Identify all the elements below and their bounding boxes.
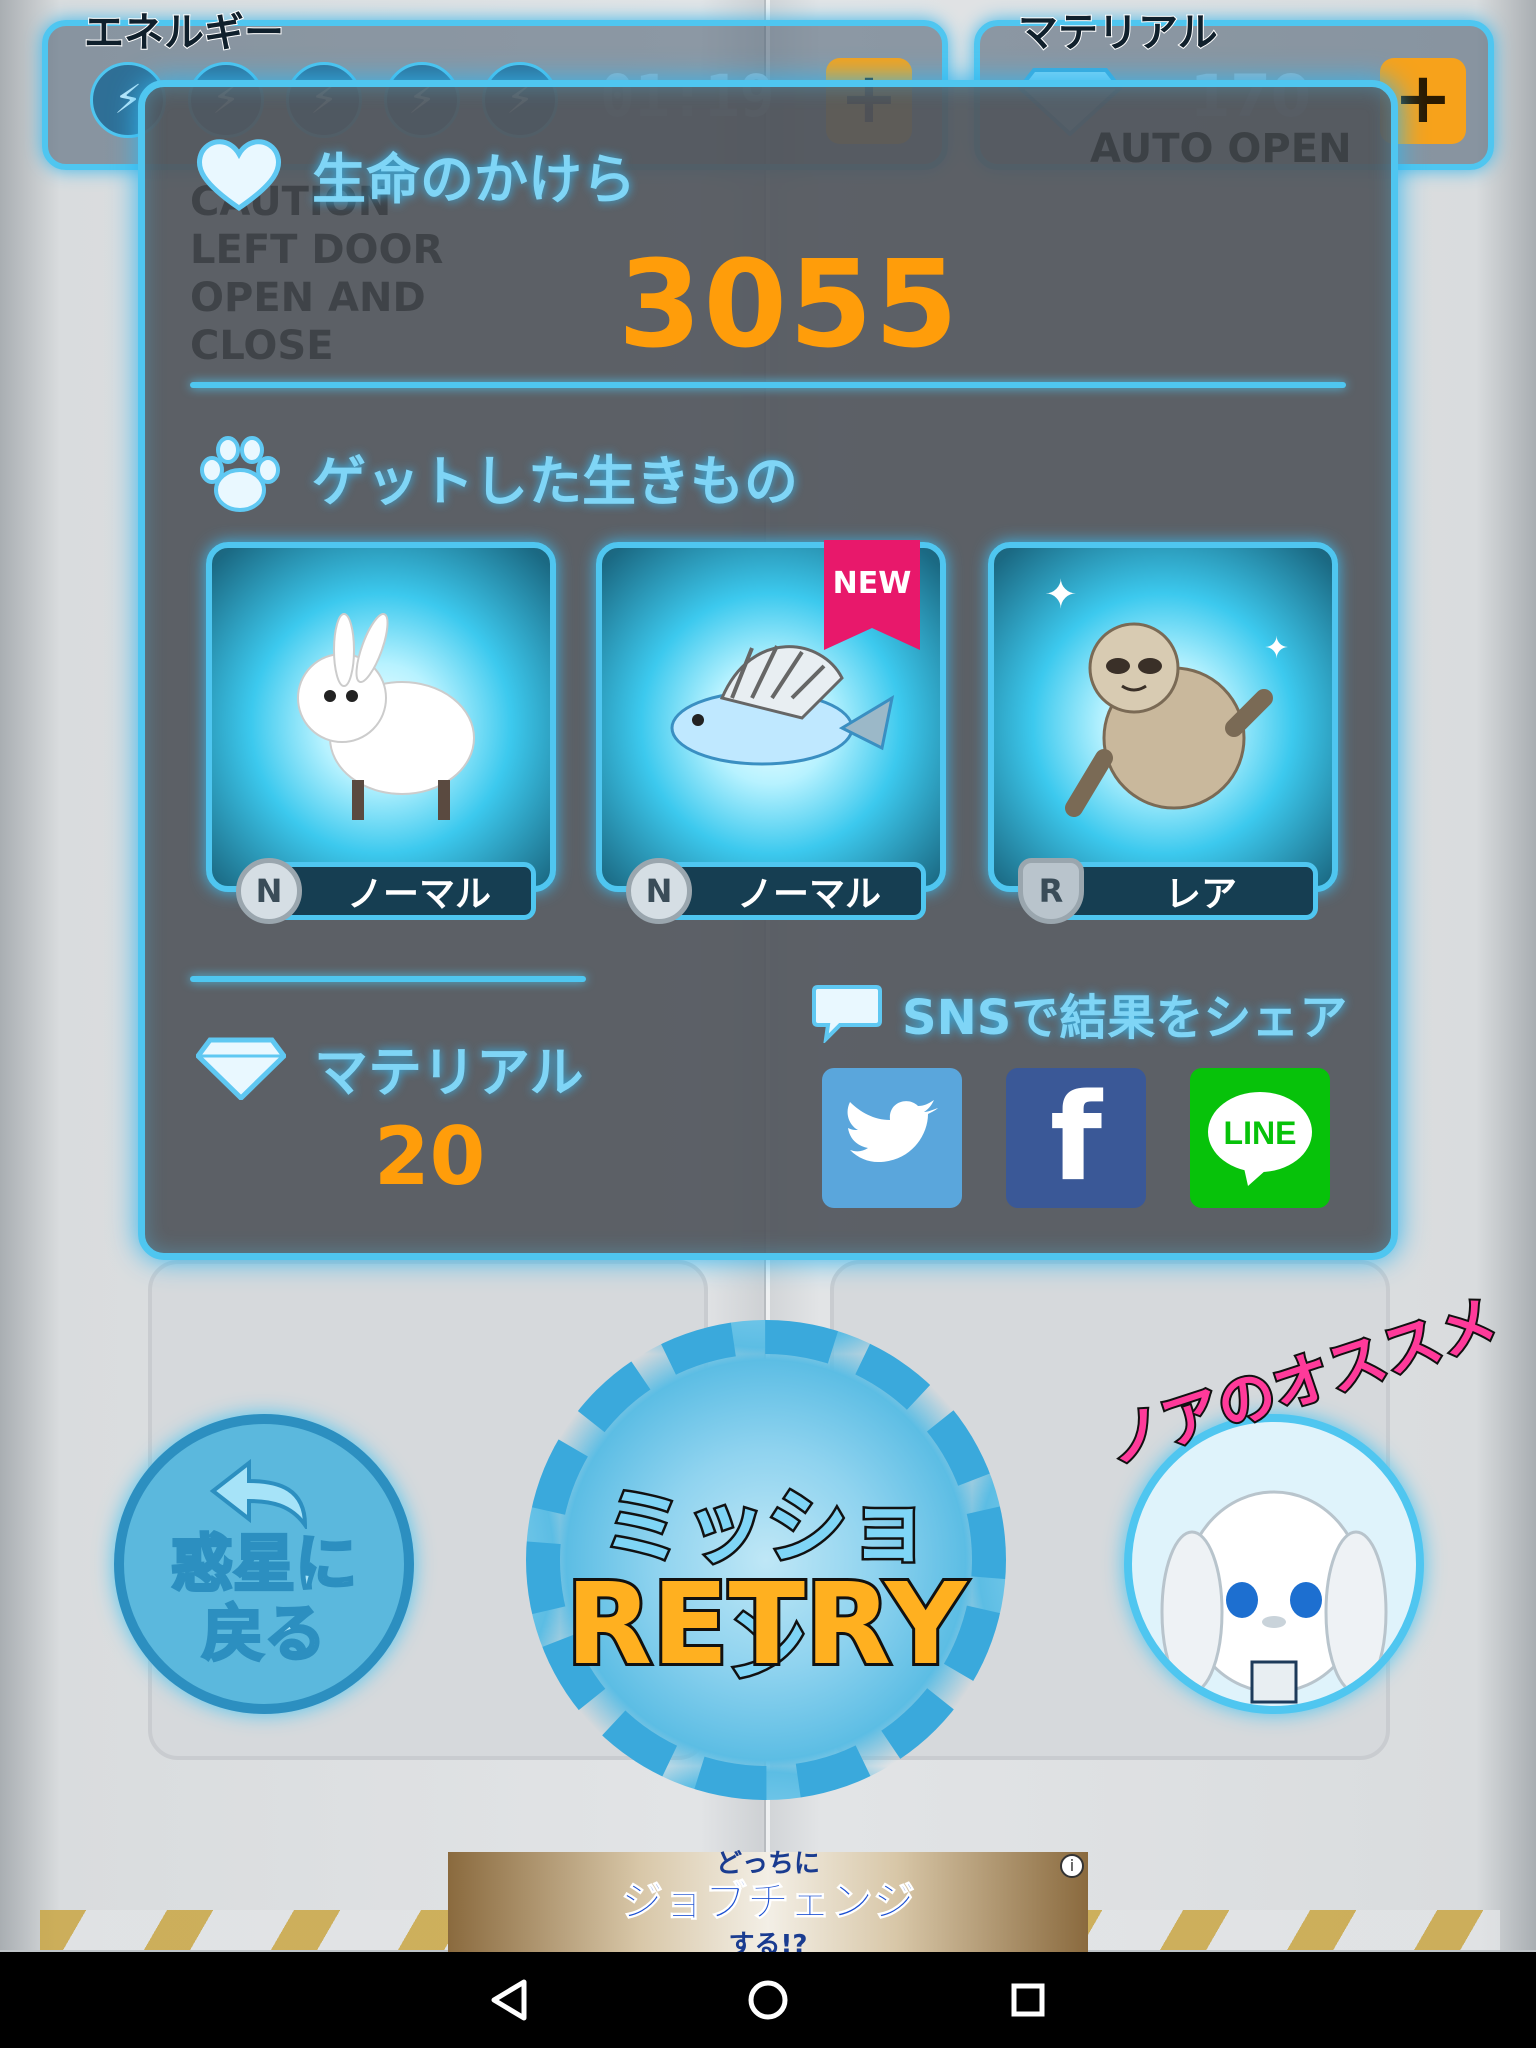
- back-arrow-icon: [209, 1459, 308, 1529]
- back-to-planet-label: 惑星に 戻る: [169, 1527, 358, 1670]
- twitter-bird-icon: [847, 1100, 938, 1162]
- share-header: SNSで結果をシェア: [812, 978, 1347, 1048]
- ad-headline: ジョブチェンジ: [620, 1877, 915, 1926]
- rarity-shield-badge: R: [1018, 858, 1084, 924]
- noah-robot-avatar: [1160, 1490, 1388, 1704]
- heart-icon: [196, 139, 282, 212]
- material-gained-count: 20: [374, 1110, 486, 1203]
- ad-text: どっちに: [715, 1849, 820, 1879]
- share-title: SNSで結果をシェア: [902, 990, 1348, 1046]
- divider: [190, 976, 586, 982]
- mission-retry-button[interactable]: ミッション RETRY: [526, 1320, 1006, 1800]
- nav-recents-button[interactable]: [998, 1970, 1058, 2030]
- door-auto-open-text: AUTO OPEN: [1090, 126, 1352, 172]
- energy-label: エネルギー: [83, 9, 285, 57]
- back-triangle-icon: [491, 1979, 527, 2021]
- life-fragment-score: 3055: [618, 236, 960, 375]
- speech-bubble-icon: [812, 985, 882, 1043]
- creature-card-sloth[interactable]: ✦ ✦ レア R: [988, 542, 1338, 924]
- material-gained-title: マテリアル: [314, 1041, 584, 1104]
- sloth-illustration: ✦✦: [1044, 572, 1289, 817]
- ad-banner[interactable]: どっちに ジョブチェンジ する!? i: [448, 1849, 1088, 1960]
- facebook-share-button[interactable]: f: [1006, 1068, 1146, 1208]
- rarity-label: ノーマル: [658, 862, 926, 920]
- home-circle-icon: [748, 1980, 788, 2020]
- system-navigation-bar: [0, 1952, 1536, 2048]
- ad-info-icon[interactable]: i: [1060, 1854, 1084, 1878]
- line-logo-icon: LINE: [1208, 1092, 1312, 1186]
- divider: [190, 382, 1346, 388]
- paw-icon: [200, 436, 280, 512]
- rabbit-illustration: [297, 612, 475, 820]
- rarity-label: レア: [1050, 862, 1318, 920]
- svg-text:✦: ✦: [1264, 631, 1289, 666]
- creatures-header: ゲットした生きもの: [196, 436, 798, 516]
- nav-back-button[interactable]: [478, 1970, 538, 2030]
- rarity-label: ノーマル: [268, 862, 536, 920]
- nav-home-button[interactable]: [738, 1970, 798, 2030]
- back-to-planet-button[interactable]: 惑星に 戻る: [114, 1414, 414, 1714]
- line-share-button[interactable]: LINE: [1190, 1068, 1330, 1208]
- twitter-share-button[interactable]: [822, 1068, 962, 1208]
- rarity-badge: N: [236, 858, 302, 924]
- diamond-icon: [196, 1037, 286, 1100]
- life-fragment-header: 生命のかけら: [194, 134, 636, 214]
- creature-card-fish[interactable]: NEW ノーマル N: [596, 540, 946, 924]
- creature-card-rabbit[interactable]: ノーマル N: [206, 542, 556, 924]
- recents-square-icon: [1011, 1983, 1045, 2017]
- retry-label: RETRY: [563, 1557, 969, 1693]
- rarity-badge: N: [626, 858, 692, 924]
- line-logo-text: LINE: [1224, 1115, 1297, 1151]
- material-gained-header: マテリアル: [196, 1028, 583, 1107]
- material-hud-label: マテリアル: [1017, 9, 1219, 57]
- life-fragment-title: 生命のかけら: [312, 147, 636, 211]
- creatures-title: ゲットした生きもの: [312, 449, 798, 513]
- svg-text:✦: ✦: [1044, 572, 1078, 618]
